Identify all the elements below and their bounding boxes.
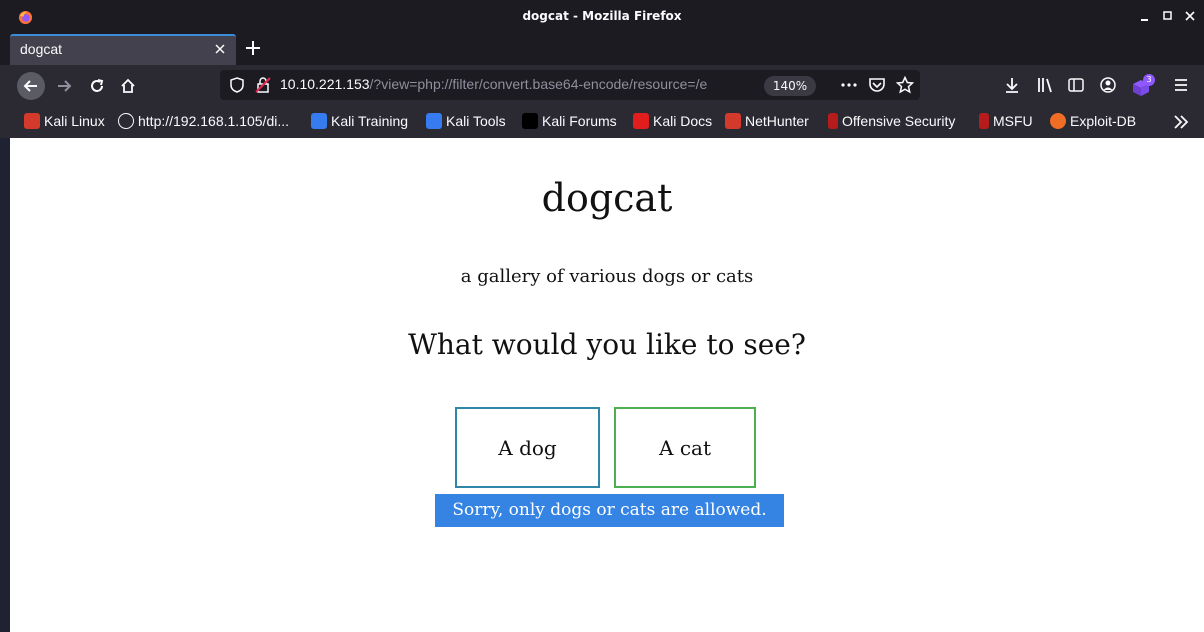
kali-docs-icon <box>633 113 649 129</box>
forward-button[interactable] <box>50 72 78 100</box>
msfu-icon <box>979 113 989 129</box>
account-icon[interactable] <box>1099 76 1117 94</box>
background-window-edge <box>0 138 10 632</box>
bookmark-msfu[interactable]: MSFU <box>979 113 1033 131</box>
hamburger-menu-icon[interactable] <box>1172 76 1190 94</box>
bookmark-star-icon[interactable] <box>896 76 914 94</box>
nav-toolbar: 10.10.221.153/?view=php://filter/convert… <box>0 65 1204 105</box>
arrow-right-icon <box>58 80 72 92</box>
bookmark-nethunter[interactable]: NetHunter <box>725 113 809 131</box>
tab-dogcat[interactable]: dogcat <box>10 34 236 65</box>
reload-button[interactable] <box>83 72 111 100</box>
arrow-left-icon <box>23 80 37 92</box>
downloads-icon[interactable] <box>1003 76 1021 94</box>
cat-button[interactable]: A cat <box>614 407 756 488</box>
shield-icon[interactable] <box>228 76 246 94</box>
dog-button[interactable]: A dog <box>455 407 600 488</box>
firefox-window: dogcat - Mozilla Firefox dogcat 10.10.22… <box>0 0 1204 632</box>
home-button[interactable] <box>114 72 142 100</box>
bookmark-offensive-security[interactable]: Offensive Security <box>828 113 955 131</box>
bookmark-exploit-db[interactable]: Exploit-DB <box>1050 113 1136 131</box>
question-heading: What would you like to see? <box>408 328 806 361</box>
page-actions-more-icon[interactable] <box>840 76 858 94</box>
site-subtitle: a gallery of various dogs or cats <box>460 266 754 287</box>
bookmark-kali-training[interactable]: Kali Training <box>311 113 408 131</box>
minimize-icon <box>1141 19 1148 21</box>
kali-training-icon <box>311 113 327 129</box>
kali-dragon-icon <box>24 113 40 129</box>
kali-tools-icon <box>426 113 442 129</box>
reload-icon <box>91 79 104 92</box>
nethunter-icon <box>725 113 741 129</box>
bookmark-local-ip[interactable]: http://192.168.1.105/di... <box>118 113 289 131</box>
bookmark-kali-forums[interactable]: Kali Forums <box>522 113 617 131</box>
url-path: /?view=php://filter/convert.base64-encod… <box>369 76 708 92</box>
home-icon <box>121 78 135 93</box>
bookmark-kali-docs[interactable]: Kali Docs <box>633 113 712 131</box>
maximize-button[interactable] <box>1161 9 1175 23</box>
maximize-icon <box>1163 11 1172 20</box>
error-message: Sorry, only dogs or cats are allowed. <box>435 494 784 527</box>
tab-close-icon[interactable] <box>214 43 226 55</box>
globe-icon <box>118 113 134 129</box>
extension-badge: 3 <box>1143 74 1155 86</box>
new-tab-plus-icon[interactable] <box>244 39 262 57</box>
extension-button[interactable]: 3 <box>1131 74 1157 98</box>
url-host: 10.10.221.153 <box>280 76 370 92</box>
tab-title: dogcat <box>20 41 63 57</box>
close-icon <box>1185 11 1195 21</box>
bookmark-kali-linux[interactable]: Kali Linux <box>24 113 105 131</box>
kali-forums-icon <box>522 113 538 129</box>
offsec-icon <box>828 113 838 129</box>
bookmark-kali-tools[interactable]: Kali Tools <box>426 113 506 131</box>
sidebar-icon[interactable] <box>1067 76 1085 94</box>
page-content: dogcat a gallery of various dogs or cats… <box>10 138 1204 632</box>
insecure-lock-icon[interactable] <box>254 76 272 94</box>
pocket-icon[interactable] <box>868 76 886 94</box>
url-text[interactable]: 10.10.221.153/?view=php://filter/convert… <box>280 76 775 92</box>
zoom-level-badge[interactable]: 140% <box>764 76 816 96</box>
site-title: dogcat <box>541 176 673 220</box>
window-title: dogcat - Mozilla Firefox <box>522 9 682 23</box>
minimize-button[interactable] <box>1138 9 1152 23</box>
tab-strip: dogcat <box>0 34 1204 65</box>
bookmarks-toolbar: Kali Linux http://192.168.1.105/di... Ka… <box>0 105 1204 138</box>
library-icon[interactable] <box>1036 76 1054 94</box>
back-button[interactable] <box>17 72 45 100</box>
close-window-button[interactable] <box>1183 9 1197 23</box>
exploit-db-icon <box>1050 113 1066 129</box>
title-bar: dogcat - Mozilla Firefox <box>0 0 1204 34</box>
bookmarks-overflow-chevron-icon[interactable] <box>1172 113 1190 131</box>
